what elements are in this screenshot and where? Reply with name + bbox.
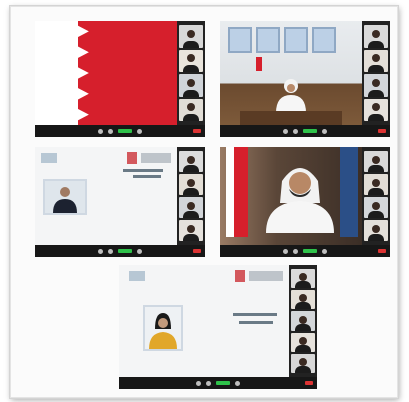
participant-tile[interactable] bbox=[364, 98, 388, 121]
end-call-icon[interactable] bbox=[193, 249, 201, 253]
participant-tile[interactable] bbox=[364, 49, 388, 72]
participant-strip bbox=[362, 147, 390, 245]
share-icon[interactable] bbox=[118, 129, 132, 133]
participant-tile[interactable] bbox=[291, 269, 315, 289]
collage-frame bbox=[10, 6, 398, 398]
participant-tile[interactable] bbox=[291, 332, 315, 352]
shared-screen bbox=[119, 265, 289, 377]
share-icon[interactable] bbox=[118, 249, 132, 253]
participant-tile[interactable] bbox=[179, 220, 203, 241]
meeting-panel-slide-1 bbox=[35, 147, 205, 257]
meeting-panel-office bbox=[220, 21, 390, 137]
participants-icon[interactable] bbox=[322, 248, 327, 254]
shared-screen bbox=[35, 147, 177, 245]
participant-tile[interactable] bbox=[291, 311, 315, 331]
participant-strip bbox=[177, 21, 205, 125]
meeting-toolbar bbox=[220, 125, 390, 137]
end-call-icon[interactable] bbox=[193, 129, 201, 133]
participant-tile[interactable] bbox=[179, 151, 203, 172]
participants-icon[interactable] bbox=[137, 128, 142, 134]
main-video bbox=[220, 147, 362, 245]
participant-tile[interactable] bbox=[179, 74, 203, 97]
share-icon[interactable] bbox=[303, 249, 317, 253]
video-icon[interactable] bbox=[108, 248, 113, 254]
participants-icon[interactable] bbox=[235, 380, 240, 386]
speaker-figure bbox=[276, 79, 306, 113]
end-call-icon[interactable] bbox=[378, 249, 386, 253]
video-icon[interactable] bbox=[293, 248, 298, 254]
participant-tile[interactable] bbox=[364, 220, 388, 241]
end-call-icon[interactable] bbox=[305, 381, 313, 385]
video-icon[interactable] bbox=[206, 380, 211, 386]
share-icon[interactable] bbox=[216, 381, 230, 385]
meeting-panel-slide-2 bbox=[119, 265, 317, 389]
participant-strip bbox=[289, 265, 317, 377]
participant-tile[interactable] bbox=[364, 74, 388, 97]
flag-image bbox=[35, 21, 177, 125]
presenter-video bbox=[43, 179, 87, 215]
participant-tile[interactable] bbox=[364, 174, 388, 195]
participant-tile[interactable] bbox=[364, 197, 388, 218]
participant-strip bbox=[362, 21, 390, 125]
meeting-panel-speaker bbox=[220, 147, 390, 257]
participant-tile[interactable] bbox=[179, 98, 203, 121]
main-video bbox=[35, 21, 177, 125]
participant-tile[interactable] bbox=[179, 174, 203, 195]
meeting-toolbar bbox=[35, 125, 205, 137]
participants-icon[interactable] bbox=[137, 248, 142, 254]
share-icon[interactable] bbox=[303, 129, 317, 133]
participant-tile[interactable] bbox=[179, 49, 203, 72]
video-icon[interactable] bbox=[293, 128, 298, 134]
presenter-video bbox=[143, 305, 183, 351]
video-icon[interactable] bbox=[108, 128, 113, 134]
participant-tile[interactable] bbox=[291, 290, 315, 310]
mute-icon[interactable] bbox=[283, 128, 288, 134]
mute-icon[interactable] bbox=[196, 380, 201, 386]
participant-tile[interactable] bbox=[291, 353, 315, 374]
meeting-panel-flag bbox=[35, 21, 205, 137]
meeting-toolbar bbox=[35, 245, 205, 257]
participant-tile[interactable] bbox=[179, 25, 203, 48]
participant-tile[interactable] bbox=[364, 25, 388, 48]
end-call-icon[interactable] bbox=[378, 129, 386, 133]
participant-tile[interactable] bbox=[364, 151, 388, 172]
main-video bbox=[220, 21, 362, 125]
mute-icon[interactable] bbox=[98, 248, 103, 254]
meeting-toolbar bbox=[220, 245, 390, 257]
participant-strip bbox=[177, 147, 205, 245]
mute-icon[interactable] bbox=[98, 128, 103, 134]
mute-icon[interactable] bbox=[283, 248, 288, 254]
participants-icon[interactable] bbox=[322, 128, 327, 134]
speaker-figure bbox=[266, 168, 334, 233]
meeting-toolbar bbox=[119, 377, 317, 389]
participant-tile[interactable] bbox=[179, 197, 203, 218]
